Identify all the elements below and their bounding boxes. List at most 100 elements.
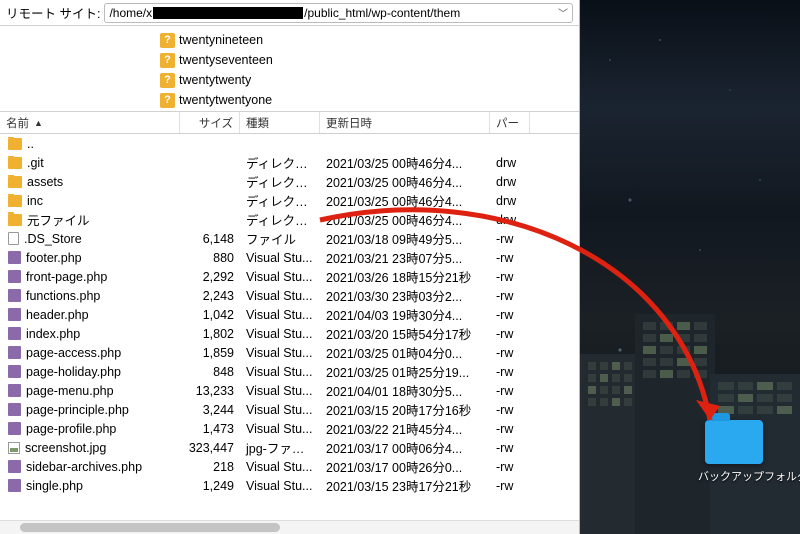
tree-item[interactable]: ?twentyseventeen (160, 50, 579, 70)
php-icon (8, 346, 21, 359)
folder-icon (8, 195, 22, 207)
php-icon (8, 365, 21, 378)
file-row[interactable]: 元ファイルディレクトリ2021/03/25 00時46分4...drw (0, 210, 579, 229)
scrollbar-thumb[interactable] (20, 523, 280, 532)
file-row[interactable]: screenshot.jpg323,447jpg-ファイ...2021/03/1… (0, 438, 579, 457)
file-type: Visual Stu... (240, 460, 320, 474)
file-row[interactable]: sidebar-archives.php 218Visual Stu...2021… (0, 457, 579, 476)
file-type: ディレクトリ (240, 191, 320, 210)
file-perm: -rw (490, 270, 530, 284)
file-icon (8, 232, 19, 245)
file-row[interactable]: .git ディレクトリ2021/03/25 00時46分4...drw (0, 153, 579, 172)
file-row[interactable]: functions.php2,243Visual Stu...2021/03/3… (0, 286, 579, 305)
file-date: 2021/03/25 00時46分4... (320, 172, 490, 191)
col-header-type[interactable]: 種類 (240, 112, 320, 133)
file-type: jpg-ファイ... (240, 438, 320, 457)
col-header-date[interactable]: 更新日時 (320, 112, 490, 133)
file-name: page-profile.php (26, 422, 116, 436)
folder-icon (8, 138, 22, 150)
file-size: 6,148 (180, 232, 240, 246)
tree-item[interactable]: ?twentytwenty (160, 70, 579, 90)
file-date: 2021/03/25 00時46分4... (320, 153, 490, 172)
file-name: screenshot.jpg (25, 441, 106, 455)
file-size: 1,473 (180, 422, 240, 436)
file-row[interactable]: header.php1,042Visual Stu...2021/04/03 1… (0, 305, 579, 324)
file-row[interactable]: index.php1,802Visual Stu...2021/03/20 15… (0, 324, 579, 343)
file-row[interactable]: page-access.php1,859Visual Stu...2021/03… (0, 343, 579, 362)
file-date: 2021/03/21 23時07分5... (320, 248, 490, 267)
unknown-folder-icon: ? (160, 93, 175, 108)
file-row[interactable]: footer.php880Visual Stu...2021/03/21 23時… (0, 248, 579, 267)
file-perm: -rw (490, 346, 530, 360)
remote-tree[interactable]: ?twentynineteen ?twentyseventeen ?twenty… (0, 26, 579, 112)
file-row[interactable]: page-principle.php3,244Visual Stu...2021… (0, 400, 579, 419)
file-name: .DS_Store (24, 232, 82, 246)
php-icon (8, 460, 21, 473)
file-date: 2021/03/17 00時06分4... (320, 438, 490, 457)
file-type: Visual Stu... (240, 308, 320, 322)
file-date: 2021/03/30 23時03分2... (320, 286, 490, 305)
file-name: page-principle.php (26, 403, 129, 417)
file-name: header.php (26, 308, 89, 322)
php-icon (8, 251, 21, 264)
file-perm: drw (490, 175, 530, 189)
file-type: Visual Stu... (240, 289, 320, 303)
file-date: 2021/03/25 01時04分0... (320, 343, 490, 362)
file-row[interactable]: .. (0, 134, 579, 153)
file-size: 13,233 (180, 384, 240, 398)
file-type: Visual Stu... (240, 327, 320, 341)
file-name: footer.php (26, 251, 82, 265)
file-row[interactable]: single.php1,249Visual Stu...2021/03/15 2… (0, 476, 579, 495)
folder-icon (705, 420, 763, 464)
unknown-folder-icon: ? (160, 53, 175, 68)
horizontal-scrollbar[interactable] (0, 520, 579, 534)
tree-item[interactable]: ?twentytwentyone (160, 90, 579, 110)
file-row[interactable]: page-profile.php1,473Visual Stu...2021/0… (0, 419, 579, 438)
file-type: ディレクトリ (240, 172, 320, 191)
col-header-perm[interactable]: パー (490, 112, 530, 133)
file-size: 218 (180, 460, 240, 474)
file-row[interactable]: page-menu.php13,233Visual Stu...2021/04/… (0, 381, 579, 400)
file-name: assets (27, 175, 63, 189)
php-icon (8, 384, 21, 397)
file-perm: -rw (490, 384, 530, 398)
file-date: 2021/03/25 00時46分4... (320, 191, 490, 210)
file-type: ディレクトリ (240, 153, 320, 172)
file-type: Visual Stu... (240, 422, 320, 436)
col-header-size[interactable]: サイズ (180, 112, 240, 133)
file-date: 2021/03/25 01時25分19... (320, 362, 490, 381)
chevron-down-icon[interactable]: ﹀ (554, 5, 568, 20)
tree-item[interactable]: ?twentynineteen (160, 30, 579, 50)
php-icon (8, 479, 21, 492)
file-date: 2021/03/26 18時15分21秒 (320, 267, 490, 286)
remote-path-input[interactable]: /home/x /public_html/wp-content/them ﹀ (104, 3, 573, 23)
file-name: single.php (26, 479, 83, 493)
file-date: 2021/03/17 00時26分0... (320, 457, 490, 476)
file-type: Visual Stu... (240, 479, 320, 493)
file-size: 880 (180, 251, 240, 265)
file-type: Visual Stu... (240, 384, 320, 398)
folder-icon (8, 176, 22, 188)
file-row[interactable]: assets ディレクトリ2021/03/25 00時46分4...drw (0, 172, 579, 191)
file-list[interactable]: ...gitディレクトリ2021/03/25 00時46分4...drwasse… (0, 134, 579, 512)
file-perm: -rw (490, 441, 530, 455)
col-header-name[interactable]: 名前▲ (0, 112, 180, 133)
file-list-header: 名前▲ サイズ 種類 更新日時 パー (0, 112, 579, 134)
file-type: ファイル (240, 229, 320, 248)
file-perm: -rw (490, 422, 530, 436)
file-perm: -rw (490, 365, 530, 379)
ftp-remote-panel: リモート サイト: /home/x /public_html/wp-conten… (0, 0, 580, 534)
file-perm: drw (490, 156, 530, 170)
file-row[interactable]: page-holiday.php848Visual Stu...2021/03/… (0, 362, 579, 381)
file-row[interactable]: front-page.php2,292Visual Stu...2021/03/… (0, 267, 579, 286)
file-name: .git (27, 156, 44, 170)
file-perm: -rw (490, 308, 530, 322)
file-size: 1,859 (180, 346, 240, 360)
file-perm: -rw (490, 289, 530, 303)
file-date: 2021/03/15 20時17分16秒 (320, 400, 490, 419)
file-row[interactable]: incディレクトリ2021/03/25 00時46分4...drw (0, 191, 579, 210)
file-name: sidebar-archives.php (26, 460, 142, 474)
desktop-folder-backup[interactable]: バックアップフォルダ (698, 420, 770, 484)
file-name: functions.php (26, 289, 100, 303)
file-row[interactable]: .DS_Store6,148ファイル2021/03/18 09時49分5...-… (0, 229, 579, 248)
